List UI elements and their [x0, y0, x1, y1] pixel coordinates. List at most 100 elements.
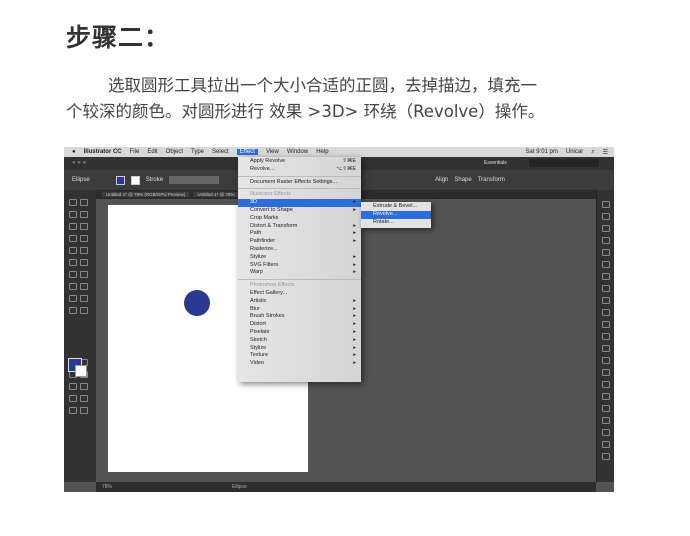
- menu-item-effect-gallery[interactable]: Effect Gallery...: [238, 290, 361, 298]
- user-name[interactable]: Unicar: [566, 149, 583, 155]
- menu-file[interactable]: File: [130, 149, 140, 155]
- panel-icon[interactable]: [602, 333, 610, 340]
- panel-icon[interactable]: [602, 201, 610, 208]
- tool-icon[interactable]: [80, 395, 88, 402]
- menu-item-convert-to-shape[interactable]: Convert to Shape: [238, 207, 361, 215]
- stroke-label[interactable]: Stroke: [146, 177, 163, 183]
- menu-object[interactable]: Object: [166, 149, 183, 155]
- tool-icon[interactable]: [69, 395, 77, 402]
- tool-icon[interactable]: [80, 247, 88, 254]
- tab-document-2[interactable]: Untitled-1* @ 78%: [193, 192, 239, 197]
- menu-window[interactable]: Window: [287, 149, 308, 155]
- tab-document-1[interactable]: Untitled-1* @ 78% (RGB/GPU Preview): [102, 192, 190, 197]
- tool-icon[interactable]: [80, 259, 88, 266]
- panel-icon[interactable]: [602, 417, 610, 424]
- menu-item-artistic[interactable]: Artistic: [238, 298, 361, 306]
- panel-icon[interactable]: [602, 285, 610, 292]
- menu-select[interactable]: Select: [212, 149, 229, 155]
- submenu-item-revolve[interactable]: Revolve...: [361, 210, 431, 219]
- panel-icon[interactable]: [602, 273, 610, 280]
- submenu-item-rotate[interactable]: Rotate...: [361, 219, 431, 227]
- panel-icon[interactable]: [602, 261, 610, 268]
- panel-icon[interactable]: [602, 357, 610, 364]
- menu-item-3d[interactable]: 3D: [238, 199, 361, 207]
- panel-icon[interactable]: [602, 309, 610, 316]
- tool-icon[interactable]: [69, 283, 77, 290]
- tool-icon[interactable]: [80, 295, 88, 302]
- panel-icon[interactable]: [602, 441, 610, 448]
- fill-swatch[interactable]: [115, 175, 125, 185]
- tool-icon[interactable]: [69, 223, 77, 230]
- menu-item-document-raster-effects-settings[interactable]: Document Raster Effects Settings...: [238, 179, 361, 187]
- tool-icon[interactable]: [69, 307, 77, 314]
- panel-icon[interactable]: [602, 429, 610, 436]
- panel-icon[interactable]: [602, 237, 610, 244]
- tool-icon[interactable]: [80, 223, 88, 230]
- menu-help[interactable]: Help: [316, 149, 328, 155]
- panel-icon[interactable]: [602, 381, 610, 388]
- menu-item-warp[interactable]: Warp: [238, 269, 361, 277]
- menu-effect[interactable]: Effect: [236, 149, 258, 155]
- transform-label[interactable]: Transform: [478, 177, 505, 183]
- menu-type[interactable]: Type: [191, 149, 204, 155]
- tool-icon[interactable]: [80, 383, 88, 390]
- tool-icon[interactable]: [69, 295, 77, 302]
- menu-item-video[interactable]: Video: [238, 360, 361, 368]
- panel-icon[interactable]: [602, 225, 610, 232]
- panel-icon[interactable]: [602, 213, 610, 220]
- tool-icon[interactable]: [80, 235, 88, 242]
- window-controls[interactable]: ● ● ●: [72, 160, 86, 166]
- zoom-level[interactable]: 78%: [102, 484, 112, 490]
- apple-icon[interactable]: ●: [72, 149, 76, 155]
- menu-item-brush-strokes[interactable]: Brush Strokes: [238, 313, 361, 321]
- tool-icon[interactable]: [69, 271, 77, 278]
- menu-item-stylize[interactable]: Stylize: [238, 254, 361, 262]
- panel-icon[interactable]: [602, 345, 610, 352]
- panel-icon[interactable]: [602, 405, 610, 412]
- align-label[interactable]: Align: [435, 177, 448, 183]
- menu-view[interactable]: View: [266, 149, 279, 155]
- tool-icon[interactable]: [69, 235, 77, 242]
- panel-icon[interactable]: [602, 369, 610, 376]
- tool-icon[interactable]: [80, 199, 88, 206]
- workspace-switcher[interactable]: Essentials: [484, 160, 507, 166]
- menu-item-sketch[interactable]: Sketch: [238, 337, 361, 345]
- menu-item-stylize[interactable]: Stylize: [238, 345, 361, 353]
- menu-edit[interactable]: Edit: [147, 149, 157, 155]
- menu-item-path[interactable]: Path: [238, 230, 361, 238]
- menu-item-blur[interactable]: Blur: [238, 306, 361, 314]
- search-icon[interactable]: ⌕: [591, 149, 594, 156]
- menu-item-pixelate[interactable]: Pixelate: [238, 329, 361, 337]
- menu-item-texture[interactable]: Texture: [238, 352, 361, 360]
- tool-icon[interactable]: [69, 247, 77, 254]
- tool-icon[interactable]: [80, 407, 88, 414]
- tool-icon[interactable]: [80, 283, 88, 290]
- circle-shape[interactable]: [184, 290, 210, 316]
- tool-icon[interactable]: [69, 383, 77, 390]
- stroke-swatch[interactable]: [130, 175, 140, 185]
- tool-icon[interactable]: [69, 259, 77, 266]
- menu-illustrator-cc[interactable]: Illustrator CC: [84, 149, 122, 155]
- stroke-color-tool[interactable]: [75, 365, 87, 377]
- panel-icon[interactable]: [602, 249, 610, 256]
- menu-item-apply-revolve[interactable]: Apply Revolve ⇧⌘E: [238, 158, 361, 166]
- menu-item-rasterize[interactable]: Rasterize...: [238, 246, 361, 254]
- menu-item-crop-marks[interactable]: Crop Marks: [238, 215, 361, 223]
- menu-item-svg-filters[interactable]: SVG Filters: [238, 262, 361, 270]
- panel-icon[interactable]: [602, 393, 610, 400]
- tool-icon[interactable]: [80, 307, 88, 314]
- panel-icon[interactable]: [602, 321, 610, 328]
- tool-icon[interactable]: [69, 199, 77, 206]
- menu-list-icon[interactable]: ☰: [603, 149, 614, 156]
- tool-icon[interactable]: [69, 211, 77, 218]
- menu-item-pathfinder[interactable]: Pathfinder: [238, 238, 361, 246]
- menu-item-revolve[interactable]: Revolve... ⌥⇧⌘E: [238, 166, 361, 174]
- tool-icon[interactable]: [80, 211, 88, 218]
- menu-item-distort[interactable]: Distort: [238, 321, 361, 329]
- stroke-weight[interactable]: [169, 176, 220, 184]
- tool-icon[interactable]: [69, 407, 77, 414]
- search-stock-input[interactable]: [529, 159, 599, 167]
- shape-label[interactable]: Shape: [454, 177, 471, 183]
- submenu-item-extrude-bevel[interactable]: Extrude & Bevel...: [361, 203, 431, 211]
- menu-item-distort-transform[interactable]: Distort & Transform: [238, 223, 361, 231]
